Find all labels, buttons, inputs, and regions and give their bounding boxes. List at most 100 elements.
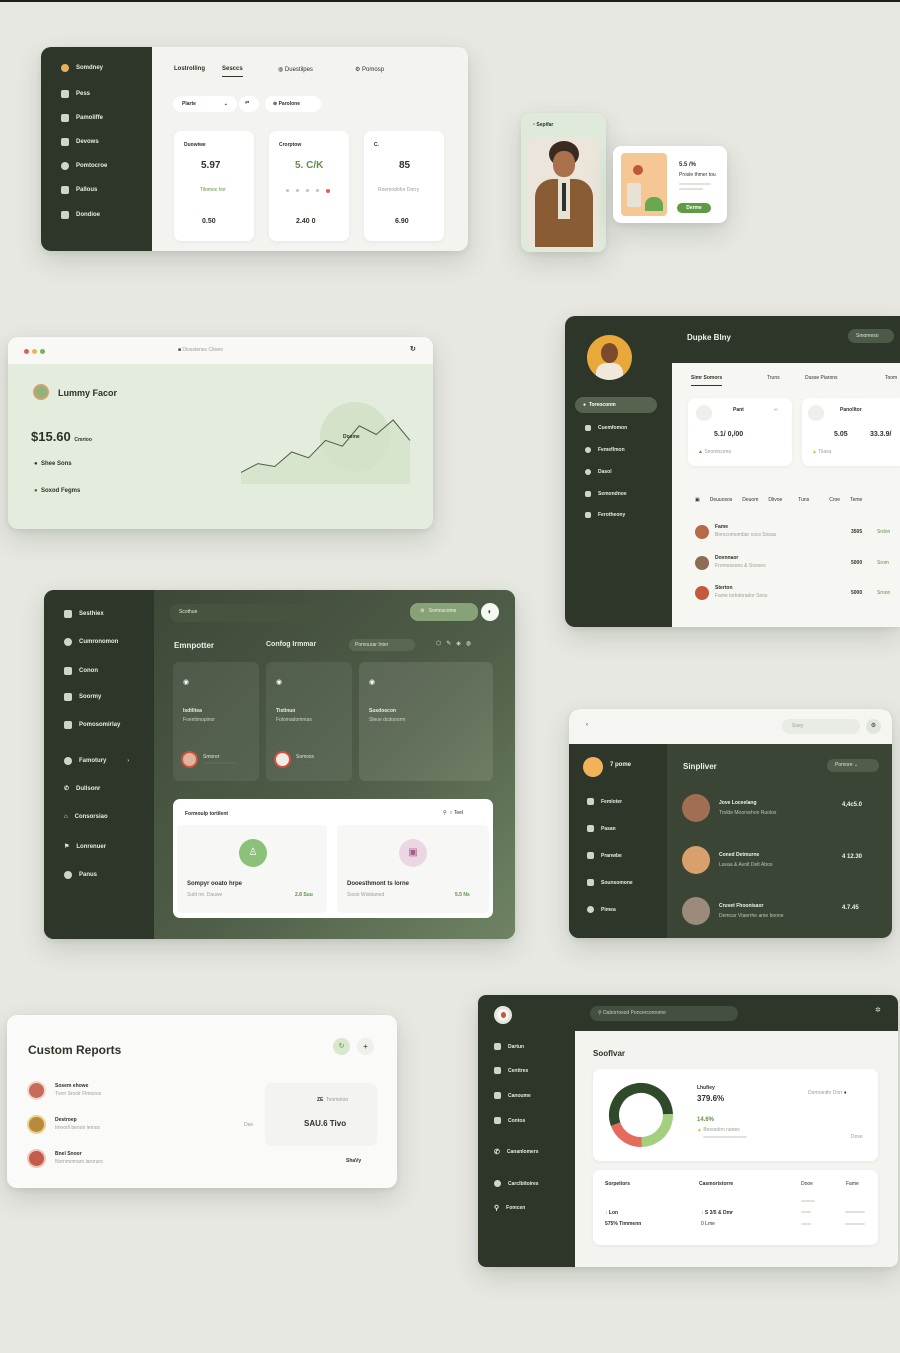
header-button[interactable]: Smomeso <box>848 329 894 343</box>
sidebar-item-10[interactable]: Panus <box>64 871 97 879</box>
back-icon[interactable]: ‹ <box>586 722 588 728</box>
sidebar-item-3[interactable]: Femeflmon <box>585 447 625 453</box>
maximize-dot-icon[interactable] <box>40 349 45 354</box>
list-item[interactable]: Cruvet Fhoonisaor Demcar Vtaerrhe ame bo… <box>682 895 882 927</box>
sidebar-item-4[interactable]: Dasol <box>585 469 612 475</box>
list-item[interactable]: Sosem ehowe Tvnn Sroolr Flmsoos <box>27 1081 247 1101</box>
sidebar-item-2[interactable]: Pamoliffe <box>61 114 103 122</box>
tab[interactable]: Toom <box>885 375 897 381</box>
tab[interactable]: Dusse Piarons <box>805 375 838 381</box>
filter-button[interactable]: Pomore ⌄ <box>827 759 879 772</box>
more-icon[interactable]: ∞ <box>774 407 778 413</box>
sidebar-item-6[interactable]: Dondioe <box>61 211 100 219</box>
table-row[interactable]: Dovnnaor Fromoosons & Sooves 5000 Srom <box>695 554 900 576</box>
filter-dropdown[interactable]: Plarte ⌄ <box>173 96 237 112</box>
promo-button[interactable]: Derme <box>677 203 711 213</box>
filter-button[interactable]: ⊜ Parolone <box>265 96 321 112</box>
sidebar-item-9[interactable]: ⚑ Lonrenuer <box>64 843 106 851</box>
tab-2-active[interactable]: Sesccs <box>222 66 243 77</box>
list-item[interactable]: Bnel Snoor Nornmomaro laroruro <box>27 1149 247 1169</box>
row-sub: Trolde Moorvehon Ruolos <box>719 810 777 816</box>
search-input[interactable]: Scothue <box>170 604 323 622</box>
row-value: 5000 <box>851 590 863 596</box>
sidebar-item-label: Soormy <box>79 694 102 700</box>
sidebar-item-6[interactable]: Famotury › <box>64 757 129 765</box>
sidebar-item-5[interactable]: ✆ Cananlomers <box>494 1148 539 1156</box>
top-button-label: Somoscome <box>428 608 457 614</box>
sidebar-item-3[interactable]: Conon <box>64 667 98 675</box>
tile[interactable]: ◉ Isdtlitea Foentimopinor Smorer <box>173 662 259 781</box>
search-input[interactable]: Soey <box>782 719 860 734</box>
tab-active[interactable]: Simr Somors <box>691 375 723 386</box>
tab[interactable]: Truns <box>767 375 780 381</box>
sidebar-item-4[interactable]: Contos <box>494 1117 525 1124</box>
tile[interactable]: ◉ Susdoscon Sleoe dcdooorm <box>359 662 493 781</box>
filter-dropdown[interactable]: Pomourar Inter <box>349 639 415 651</box>
sidebar-item-2[interactable]: Cumronomon <box>64 638 118 646</box>
panel-actions[interactable]: ⚲ ○ Teel <box>443 810 463 816</box>
avatar <box>587 335 632 380</box>
settings-icon[interactable]: ⚙ <box>866 719 881 734</box>
sidebar-item-8[interactable]: ⌂ Consorsiao <box>64 814 108 820</box>
sidebar-item-6[interactable]: Ferotheony <box>585 512 625 518</box>
search-input[interactable]: ⚲ Daborrosod Poncercornome <box>590 1006 738 1021</box>
sidebar-item-2[interactable]: Pasan <box>587 825 616 832</box>
list-item[interactable]: Coned Detmurne Lavaa & Avolt Delt Aboo 4… <box>682 844 882 876</box>
list-item[interactable]: ● Soxod Fegms <box>34 488 80 494</box>
sidebar-item-label: Carclbitoires <box>508 1180 539 1187</box>
sidebar-item-7[interactable]: ✆ Dullsonr <box>64 785 100 793</box>
sidebar-item-active[interactable]: ● Toreoconm <box>575 397 657 413</box>
tile-sub: Folomadommas <box>276 717 312 723</box>
close-dot-icon[interactable] <box>24 349 29 354</box>
sidebar-item-6[interactable]: Carclbitoires <box>494 1180 539 1187</box>
sidebar-item-1[interactable]: Dartun <box>494 1043 524 1050</box>
sidebar-item-3[interactable]: Pranwbe <box>587 852 622 859</box>
tile-icon: ◉ <box>183 679 190 686</box>
column-header: Dooe <box>801 1181 813 1187</box>
sidebar-item-2[interactable]: Centtres <box>494 1067 528 1074</box>
sidebar-item-3[interactable]: Devows <box>61 138 99 146</box>
sidebar-item-3[interactable]: Canoume <box>494 1092 531 1099</box>
url-bar[interactable]: ■ Diosstenec Citoee <box>178 347 223 353</box>
panel-item[interactable]: ♙ Sompyr ooato hrpe Sutit mr. Dauwe 2.8 … <box>177 825 327 913</box>
sidebar-item-4[interactable]: Pomtocroe <box>61 162 107 170</box>
sidebar-item-7[interactable]: ⚲ Fomcen <box>494 1204 525 1212</box>
row-value: 3505 <box>851 529 863 535</box>
sort-button[interactable]: ⇄ <box>239 96 259 112</box>
column-header: Dlivoe <box>768 497 783 503</box>
refresh-icon[interactable]: ↻ <box>410 345 416 353</box>
list-item[interactable]: ● Shee Sons <box>34 461 72 467</box>
sidebar-item-5[interactable]: Pomosomirlay <box>64 721 120 729</box>
profile-icon[interactable]: ◐ <box>481 603 499 621</box>
top-button[interactable]: ⚙ Somoscome <box>410 603 478 621</box>
sidebar-item-5[interactable]: Semondnoe <box>585 491 627 497</box>
profile-header: ◔ Sepifar <box>532 122 553 128</box>
sidebar-item-4[interactable]: Soormy <box>64 693 101 701</box>
table-row[interactable]: Sterton Fame lortotorador Soos 5000 Sroo… <box>695 584 900 606</box>
table-row[interactable]: Fame Borocomombar cocs Sosas 3505 Srdon <box>695 523 900 545</box>
tab-3[interactable]: ◍ Duestilpes <box>278 66 313 73</box>
page-title: Dupke Blny <box>687 333 732 342</box>
minimize-dot-icon[interactable] <box>32 349 37 354</box>
tile[interactable]: ◉ Tistinuo Folomadommas Somoss <box>266 662 352 781</box>
tab-1[interactable]: Lostrolling <box>174 66 205 72</box>
sidebar-item-1[interactable]: Femloter <box>587 798 622 805</box>
sidebar-item-1[interactable]: Sesthiex <box>64 610 104 618</box>
sidebar-item-label: Dartun <box>508 1043 525 1050</box>
tab-4[interactable]: ⚙ Pomosp <box>355 66 384 73</box>
panel-item[interactable]: ▣ Dooesthmont ts lorne Sosio Wisbianed 5… <box>337 825 489 913</box>
list-item[interactable]: Destroep Imoorli benoir lemos <box>27 1115 247 1135</box>
sidebar-item-2[interactable]: Cuemfomon <box>585 425 627 431</box>
refresh-icon[interactable]: ↻ <box>333 1038 350 1055</box>
list-item[interactable]: Jove Loceelang Trolde Moorvehon Ruolos 4… <box>682 792 882 824</box>
sidebar-item-5[interactable]: Pimea <box>587 906 616 913</box>
sidebar-item-5[interactable]: Pallous <box>61 186 97 194</box>
add-icon[interactable]: + <box>357 1038 374 1055</box>
sidebar-item-label: Centtres <box>508 1067 529 1074</box>
sidebar-item-label: Canoume <box>508 1092 531 1099</box>
promo-value: 5.5 /% <box>679 162 697 168</box>
sidebar-item-1[interactable]: Pess <box>61 90 90 98</box>
settings-icon[interactable]: ✲ <box>875 1006 881 1014</box>
toolbar-icons[interactable]: ⬡✎◈◍ <box>436 640 476 647</box>
sidebar-item-4[interactable]: Sounsomone <box>587 879 633 886</box>
